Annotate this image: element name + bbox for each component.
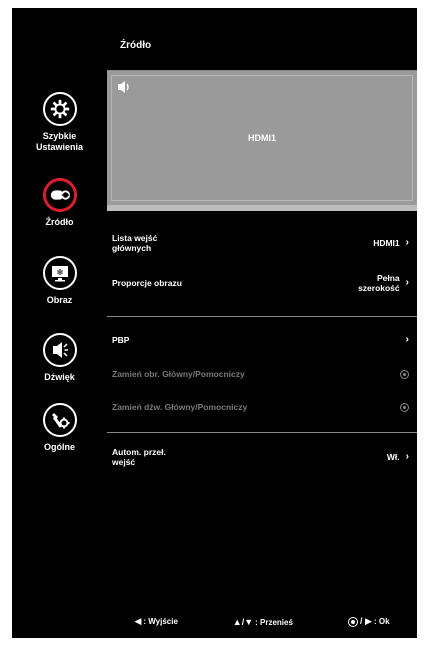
radio-icon[interactable] xyxy=(400,369,409,379)
right-arrow-icon: / ▶ xyxy=(360,616,372,626)
preview-source-label: HDMI1 xyxy=(247,133,276,143)
sidebar-item-label: Źródło xyxy=(45,217,74,227)
hint-exit-text: : Wyjście xyxy=(143,617,178,626)
divider xyxy=(107,432,417,433)
settings-tools-icon xyxy=(42,403,77,437)
up-down-arrow-icon: ▲/▼ xyxy=(232,616,254,627)
sidebar-item-label: Dźwięk xyxy=(44,372,75,382)
page-title: Źródło xyxy=(120,40,152,51)
row-label: Lista wejść głównych xyxy=(112,233,158,253)
row-value: Wł. › xyxy=(386,451,409,463)
sidebar-item-source[interactable]: Źródło xyxy=(12,178,107,228)
row-pbp[interactable]: PBP › xyxy=(112,332,409,348)
row-swap-audio[interactable]: Zamień dźw. Główny/Pomocniczy xyxy=(112,399,409,415)
row-auto-input-switch[interactable]: Autom. przeł. wejść Wł. › xyxy=(112,444,409,470)
sidebar-item-general[interactable]: Ogólne xyxy=(12,403,107,453)
speaker-small-icon xyxy=(117,81,131,96)
row-value: HDMI1 › xyxy=(373,237,409,249)
sidebar-item-picture[interactable]: ✻ Obraz xyxy=(12,256,107,306)
speaker-icon xyxy=(42,333,77,367)
chevron-right-icon: › xyxy=(405,451,409,462)
source-preview: HDMI1 xyxy=(107,71,417,211)
row-label: PBP xyxy=(112,335,130,345)
row-swap-picture[interactable]: Zamień obr. Główny/Pomocniczy xyxy=(112,366,409,382)
ok-button-icon xyxy=(347,616,358,627)
row-value: › xyxy=(406,335,409,345)
sidebar-item-label: Szybkie Ustawienia xyxy=(35,131,84,152)
row-value: Pełna szerokość › xyxy=(358,273,409,293)
chevron-right-icon: › xyxy=(405,334,409,345)
divider xyxy=(107,316,417,317)
footer-hints: ◀: Wyjście ▲/▼: Przenieś / ▶: Ok xyxy=(107,616,417,627)
hint-move-text: : Przenieś xyxy=(255,617,293,627)
row-value-text: HDMI1 xyxy=(373,238,400,248)
row-label: Proporcje obrazu xyxy=(112,278,182,288)
hint-move: ▲/▼: Przenieś xyxy=(233,617,293,627)
chevron-right-icon: › xyxy=(405,237,409,248)
chevron-right-icon: › xyxy=(405,277,409,288)
hint-exit: ◀: Wyjście xyxy=(134,616,177,627)
sidebar-item-quick-settings[interactable]: Szybkie Ustawienia xyxy=(12,92,107,153)
row-value-text: Wł. xyxy=(386,452,400,462)
row-value-text: Pełna szerokość xyxy=(358,273,400,293)
sidebar-item-label: Obraz xyxy=(46,295,73,305)
row-label: Autom. przeł. wejść xyxy=(112,447,166,467)
sidebar-item-label: Ogólne xyxy=(44,442,75,452)
picture-icon: ✻ xyxy=(42,256,77,290)
row-main-input-list[interactable]: Lista wejść głównych HDMI1 › xyxy=(112,230,409,256)
gear-icon xyxy=(42,92,77,126)
hint-ok-text: : Ok xyxy=(373,617,390,626)
osd-menu: Szybkie Ustawienia Źródło ✻ Obraz Dźwięk… xyxy=(12,8,417,638)
row-aspect-ratio[interactable]: Proporcje obrazu Pełna szerokość › xyxy=(112,270,409,296)
row-label: Zamień obr. Główny/Pomocniczy xyxy=(112,369,245,379)
sidebar-item-sound[interactable]: Dźwięk xyxy=(12,333,107,383)
row-label: Zamień dźw. Główny/Pomocniczy xyxy=(112,402,248,412)
input-source-icon xyxy=(42,178,77,212)
left-arrow-icon: ◀ xyxy=(134,616,142,626)
hint-ok: / ▶: Ok xyxy=(347,616,390,627)
svg-text:✻: ✻ xyxy=(56,268,63,277)
radio-icon[interactable] xyxy=(400,402,409,412)
